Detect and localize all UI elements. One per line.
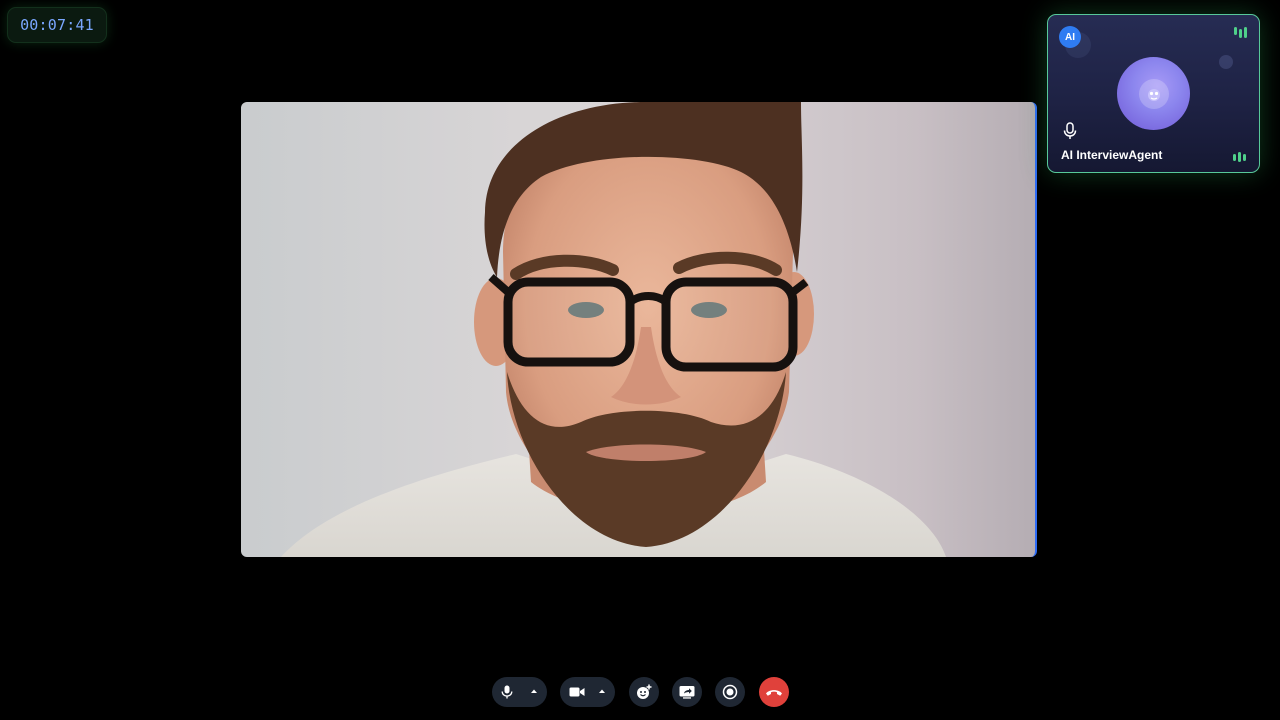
phone-hangup-icon	[766, 690, 782, 696]
leave-call-button[interactable]	[759, 677, 789, 707]
video-camera-icon	[569, 687, 585, 697]
record-icon	[722, 684, 738, 700]
camera-button[interactable]	[560, 677, 615, 707]
bot-icon	[1138, 78, 1169, 109]
call-controls	[0, 677, 1280, 707]
microphone-icon	[1063, 122, 1077, 139]
ai-avatar	[1117, 57, 1190, 130]
ai-badge: AI	[1059, 26, 1081, 48]
screen-share-icon	[679, 686, 695, 699]
audio-level-icon	[1234, 27, 1247, 38]
participant-name: AI InterviewAgent	[1061, 148, 1163, 162]
emoji-add-icon	[637, 684, 652, 699]
ai-badge-label: AI	[1065, 31, 1075, 43]
call-timer-text: 00:07:41	[20, 16, 94, 34]
main-video-feed	[241, 102, 1037, 557]
mic-button[interactable]	[492, 677, 547, 707]
call-timer: 00:07:41	[7, 7, 107, 43]
participant-video-image	[281, 102, 946, 557]
decorative-dot	[1219, 55, 1233, 69]
microphone-icon	[501, 685, 513, 699]
record-button[interactable]	[715, 677, 745, 707]
chevron-up-icon[interactable]	[598, 688, 606, 694]
chevron-up-icon[interactable]	[530, 688, 538, 694]
reactions-button[interactable]	[629, 677, 659, 707]
speaking-indicator-icon	[1233, 152, 1246, 162]
ai-participant-tile[interactable]: AI AI InterviewAgent	[1047, 14, 1260, 173]
share-screen-button[interactable]	[672, 677, 702, 707]
